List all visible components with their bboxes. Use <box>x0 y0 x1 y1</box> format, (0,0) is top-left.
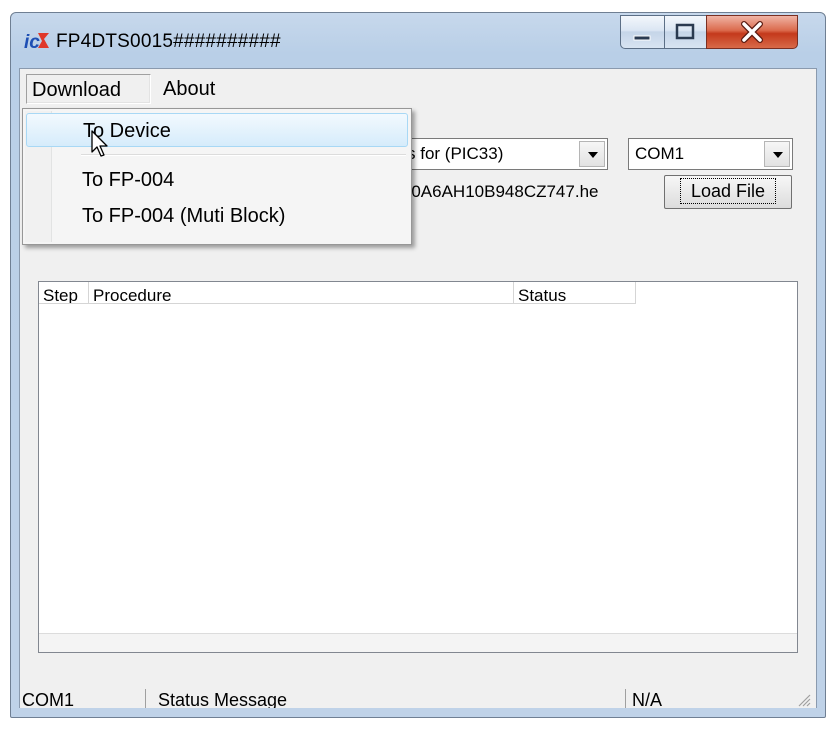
maximize-icon <box>675 23 695 40</box>
column-header-status[interactable]: Status <box>514 282 636 304</box>
horizontal-scrollbar[interactable] <box>39 633 797 652</box>
status-message: Status Message <box>145 689 625 708</box>
column-header-step[interactable]: Step <box>39 282 89 304</box>
chevron-down-icon[interactable] <box>764 141 790 167</box>
procedure-list[interactable]: Step Procedure Status <box>38 281 798 653</box>
list-header: Step Procedure Status <box>39 282 636 304</box>
menu-download[interactable]: Download <box>26 74 151 104</box>
title-bar[interactable]: ic FP4DTS0015########## <box>11 13 825 68</box>
chevron-down-icon[interactable] <box>579 141 605 167</box>
resize-grip-icon[interactable] <box>792 689 812 708</box>
menu-item-to-fp-004-multi-block[interactable]: To FP-004 (Muti Block) <box>26 199 408 233</box>
load-file-button[interactable]: Load File <box>664 175 792 209</box>
app-logo-icon[interactable]: ic <box>24 30 50 52</box>
load-file-label: Load File <box>679 178 777 204</box>
file-path-text: X0A6AH10B948CZ747.he <box>400 177 660 207</box>
column-header-procedure[interactable]: Procedure <box>89 282 514 304</box>
menu-item-to-device[interactable]: To Device <box>26 113 408 147</box>
menu-item-to-fp-004[interactable]: To FP-004 <box>26 163 408 197</box>
menu-about[interactable]: About <box>158 74 220 104</box>
svg-text:ic: ic <box>24 32 40 52</box>
port-select[interactable]: COM1 <box>628 138 793 170</box>
close-button[interactable] <box>706 15 798 49</box>
device-select-value: s for (PIC33) <box>407 144 504 163</box>
maximize-button[interactable] <box>664 15 706 49</box>
minimize-button[interactable] <box>620 15 664 49</box>
window-title: FP4DTS0015########## <box>56 31 281 52</box>
status-bar: COM1 Status Message N/A <box>20 689 816 708</box>
minimize-icon <box>633 35 651 41</box>
mouse-pointer-icon <box>91 130 108 157</box>
close-icon <box>741 21 763 43</box>
status-state: N/A <box>625 689 785 708</box>
device-select[interactable]: s for (PIC33) <box>400 138 608 170</box>
download-dropdown-menu: To Device To FP-004 To FP-004 (Muti Bloc… <box>22 108 412 245</box>
menu-bar: Download About <box>20 69 816 107</box>
port-select-value: COM1 <box>635 144 685 163</box>
menu-separator <box>81 154 406 156</box>
status-port: COM1 <box>22 690 75 708</box>
